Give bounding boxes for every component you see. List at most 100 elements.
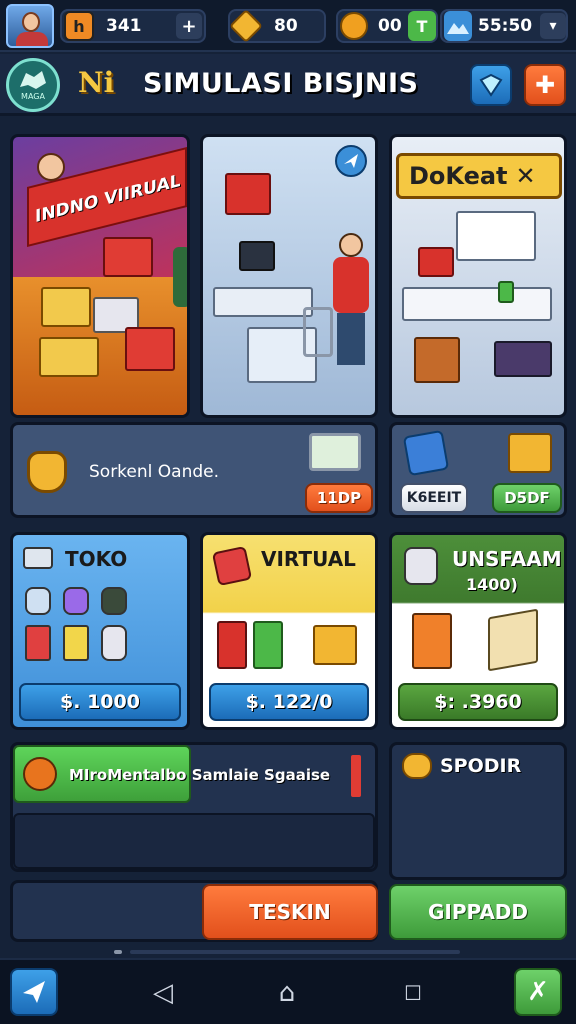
plane-icon[interactable] xyxy=(335,145,367,177)
stat3-value: 00 xyxy=(378,16,402,36)
basket xyxy=(414,337,460,383)
item-icon xyxy=(101,587,127,615)
shop-title: UNSFAAM xyxy=(452,547,562,571)
scene-card-shop[interactable]: DoKeat ✕ xyxy=(389,134,567,418)
input-area[interactable] xyxy=(13,813,375,869)
add-stat1-button[interactable]: + xyxy=(176,13,202,39)
status-bar: h 341 + 80 00 T 55:50 ▾ xyxy=(0,0,576,52)
item-icon xyxy=(63,587,89,615)
item-icon xyxy=(25,625,51,661)
mountain-icon xyxy=(444,11,472,41)
progress-panel: MIroMentalbo Samlaie Sgaaise xyxy=(10,742,378,872)
promo-banner: Sorkenl Oande. 11DP xyxy=(10,422,378,518)
folder-icon xyxy=(412,613,452,669)
coins-icon xyxy=(404,547,438,585)
spodir-panel: SPODIR xyxy=(389,742,567,880)
coins-icon xyxy=(23,547,53,569)
alert-marker xyxy=(351,755,361,797)
plus-icon: ✚ xyxy=(534,71,556,99)
promo-button[interactable]: 11DP xyxy=(305,483,373,513)
crate xyxy=(125,327,175,371)
mini-button-1[interactable]: K6EEIT xyxy=(400,483,468,513)
shop-card-toko[interactable]: TOKO $. 1000 xyxy=(10,532,190,730)
page-title: SIMULASI BISJNIS xyxy=(143,68,419,99)
shopkeeper xyxy=(37,153,65,181)
cart-icon xyxy=(309,433,361,471)
spodir-label: SPODIR xyxy=(440,755,522,777)
shop-card-virtual[interactable]: VIRTUAL $. 122/0 xyxy=(200,532,378,730)
phone-icon xyxy=(211,545,253,587)
counter xyxy=(402,287,552,321)
shop-sign: DoKeat ✕ xyxy=(396,153,562,199)
stat1-icon: h xyxy=(64,11,94,41)
tools-icon: ✗ xyxy=(527,977,549,1007)
price-button[interactable]: $. 122/0 xyxy=(209,683,369,721)
chevron-down-icon[interactable]: ▾ xyxy=(540,13,566,39)
cart xyxy=(303,307,333,357)
stat1-value: 341 xyxy=(106,16,142,36)
shop-subtitle: 1400) xyxy=(466,575,518,594)
home-logo[interactable]: MAGA xyxy=(6,58,60,112)
wall-board xyxy=(456,211,536,261)
stat3-add-icon[interactable]: T xyxy=(408,11,436,41)
stat-pill-3: 00 T xyxy=(336,9,438,43)
shield-button[interactable] xyxy=(470,64,512,106)
promo-text: Sorkenl Oande. xyxy=(89,462,220,482)
logo-label: MAGA xyxy=(21,92,45,101)
scene-card-office[interactable] xyxy=(200,134,378,418)
coin-icon xyxy=(340,12,368,40)
back-icon[interactable]: ◁ xyxy=(148,978,178,1008)
page-indicator xyxy=(130,950,460,954)
gold-gem-icon xyxy=(229,9,263,43)
page-dot xyxy=(114,950,122,954)
shop-title: VIRTUAL xyxy=(261,547,356,571)
shop-sign-text: DoKeat xyxy=(409,162,508,190)
plus-button[interactable]: ✚ xyxy=(524,64,566,106)
shop-card-unsfaam[interactable]: UNSFAAM 1400) $: .3960 xyxy=(389,532,567,730)
stat-pill-2: 80 xyxy=(228,9,326,43)
teskin-button[interactable]: TESKIN xyxy=(202,884,378,940)
brand-mark: Ni xyxy=(78,66,115,99)
gippadd-button[interactable]: GIPPADD xyxy=(389,884,567,940)
worker xyxy=(333,257,369,313)
send-icon xyxy=(23,981,45,1003)
box-icon xyxy=(488,608,538,672)
close-icon[interactable]: ✕ xyxy=(516,162,536,190)
navigation-bar: ◁ ⌂ ☐ ✗ xyxy=(0,958,576,1024)
item-icon xyxy=(217,621,247,669)
scene-card-store[interactable]: INDNO VIIRUAL xyxy=(10,134,190,418)
recents-icon[interactable]: ☐ xyxy=(398,978,428,1008)
crate xyxy=(103,237,153,277)
app-header: MAGA Ni SIMULASI BISJNIS ✚ xyxy=(0,54,576,116)
send-button[interactable] xyxy=(10,968,58,1016)
item-icon xyxy=(101,625,127,661)
chat-icon xyxy=(402,753,432,779)
shield-icon xyxy=(479,73,503,97)
mini-panel: K6EEIT D5DF xyxy=(389,422,567,518)
crate xyxy=(39,337,99,377)
tools-button[interactable]: ✗ xyxy=(514,968,562,1016)
counter xyxy=(213,287,313,317)
time-pill: 55:50 ▾ xyxy=(440,9,568,43)
map-icon xyxy=(20,71,46,89)
stat-pill-1: h 341 + xyxy=(60,9,206,43)
basketball-icon xyxy=(23,757,57,791)
poster xyxy=(225,173,271,215)
item-icon xyxy=(63,625,89,661)
worker-legs xyxy=(337,313,365,365)
crate xyxy=(41,287,91,327)
crate xyxy=(494,341,552,377)
computer xyxy=(239,241,275,271)
item-icon xyxy=(253,621,283,669)
player-avatar[interactable] xyxy=(6,4,54,48)
mini-button-2[interactable]: D5DF xyxy=(492,483,562,513)
item-icon xyxy=(25,587,51,615)
product xyxy=(498,281,514,303)
price-button[interactable]: $: .3960 xyxy=(398,683,558,721)
home-icon[interactable]: ⌂ xyxy=(272,978,302,1008)
worker-head xyxy=(339,233,363,257)
price-button[interactable]: $. 1000 xyxy=(19,683,181,721)
trophy-icon xyxy=(27,451,67,493)
screen xyxy=(418,247,454,277)
box-icon xyxy=(508,433,552,473)
